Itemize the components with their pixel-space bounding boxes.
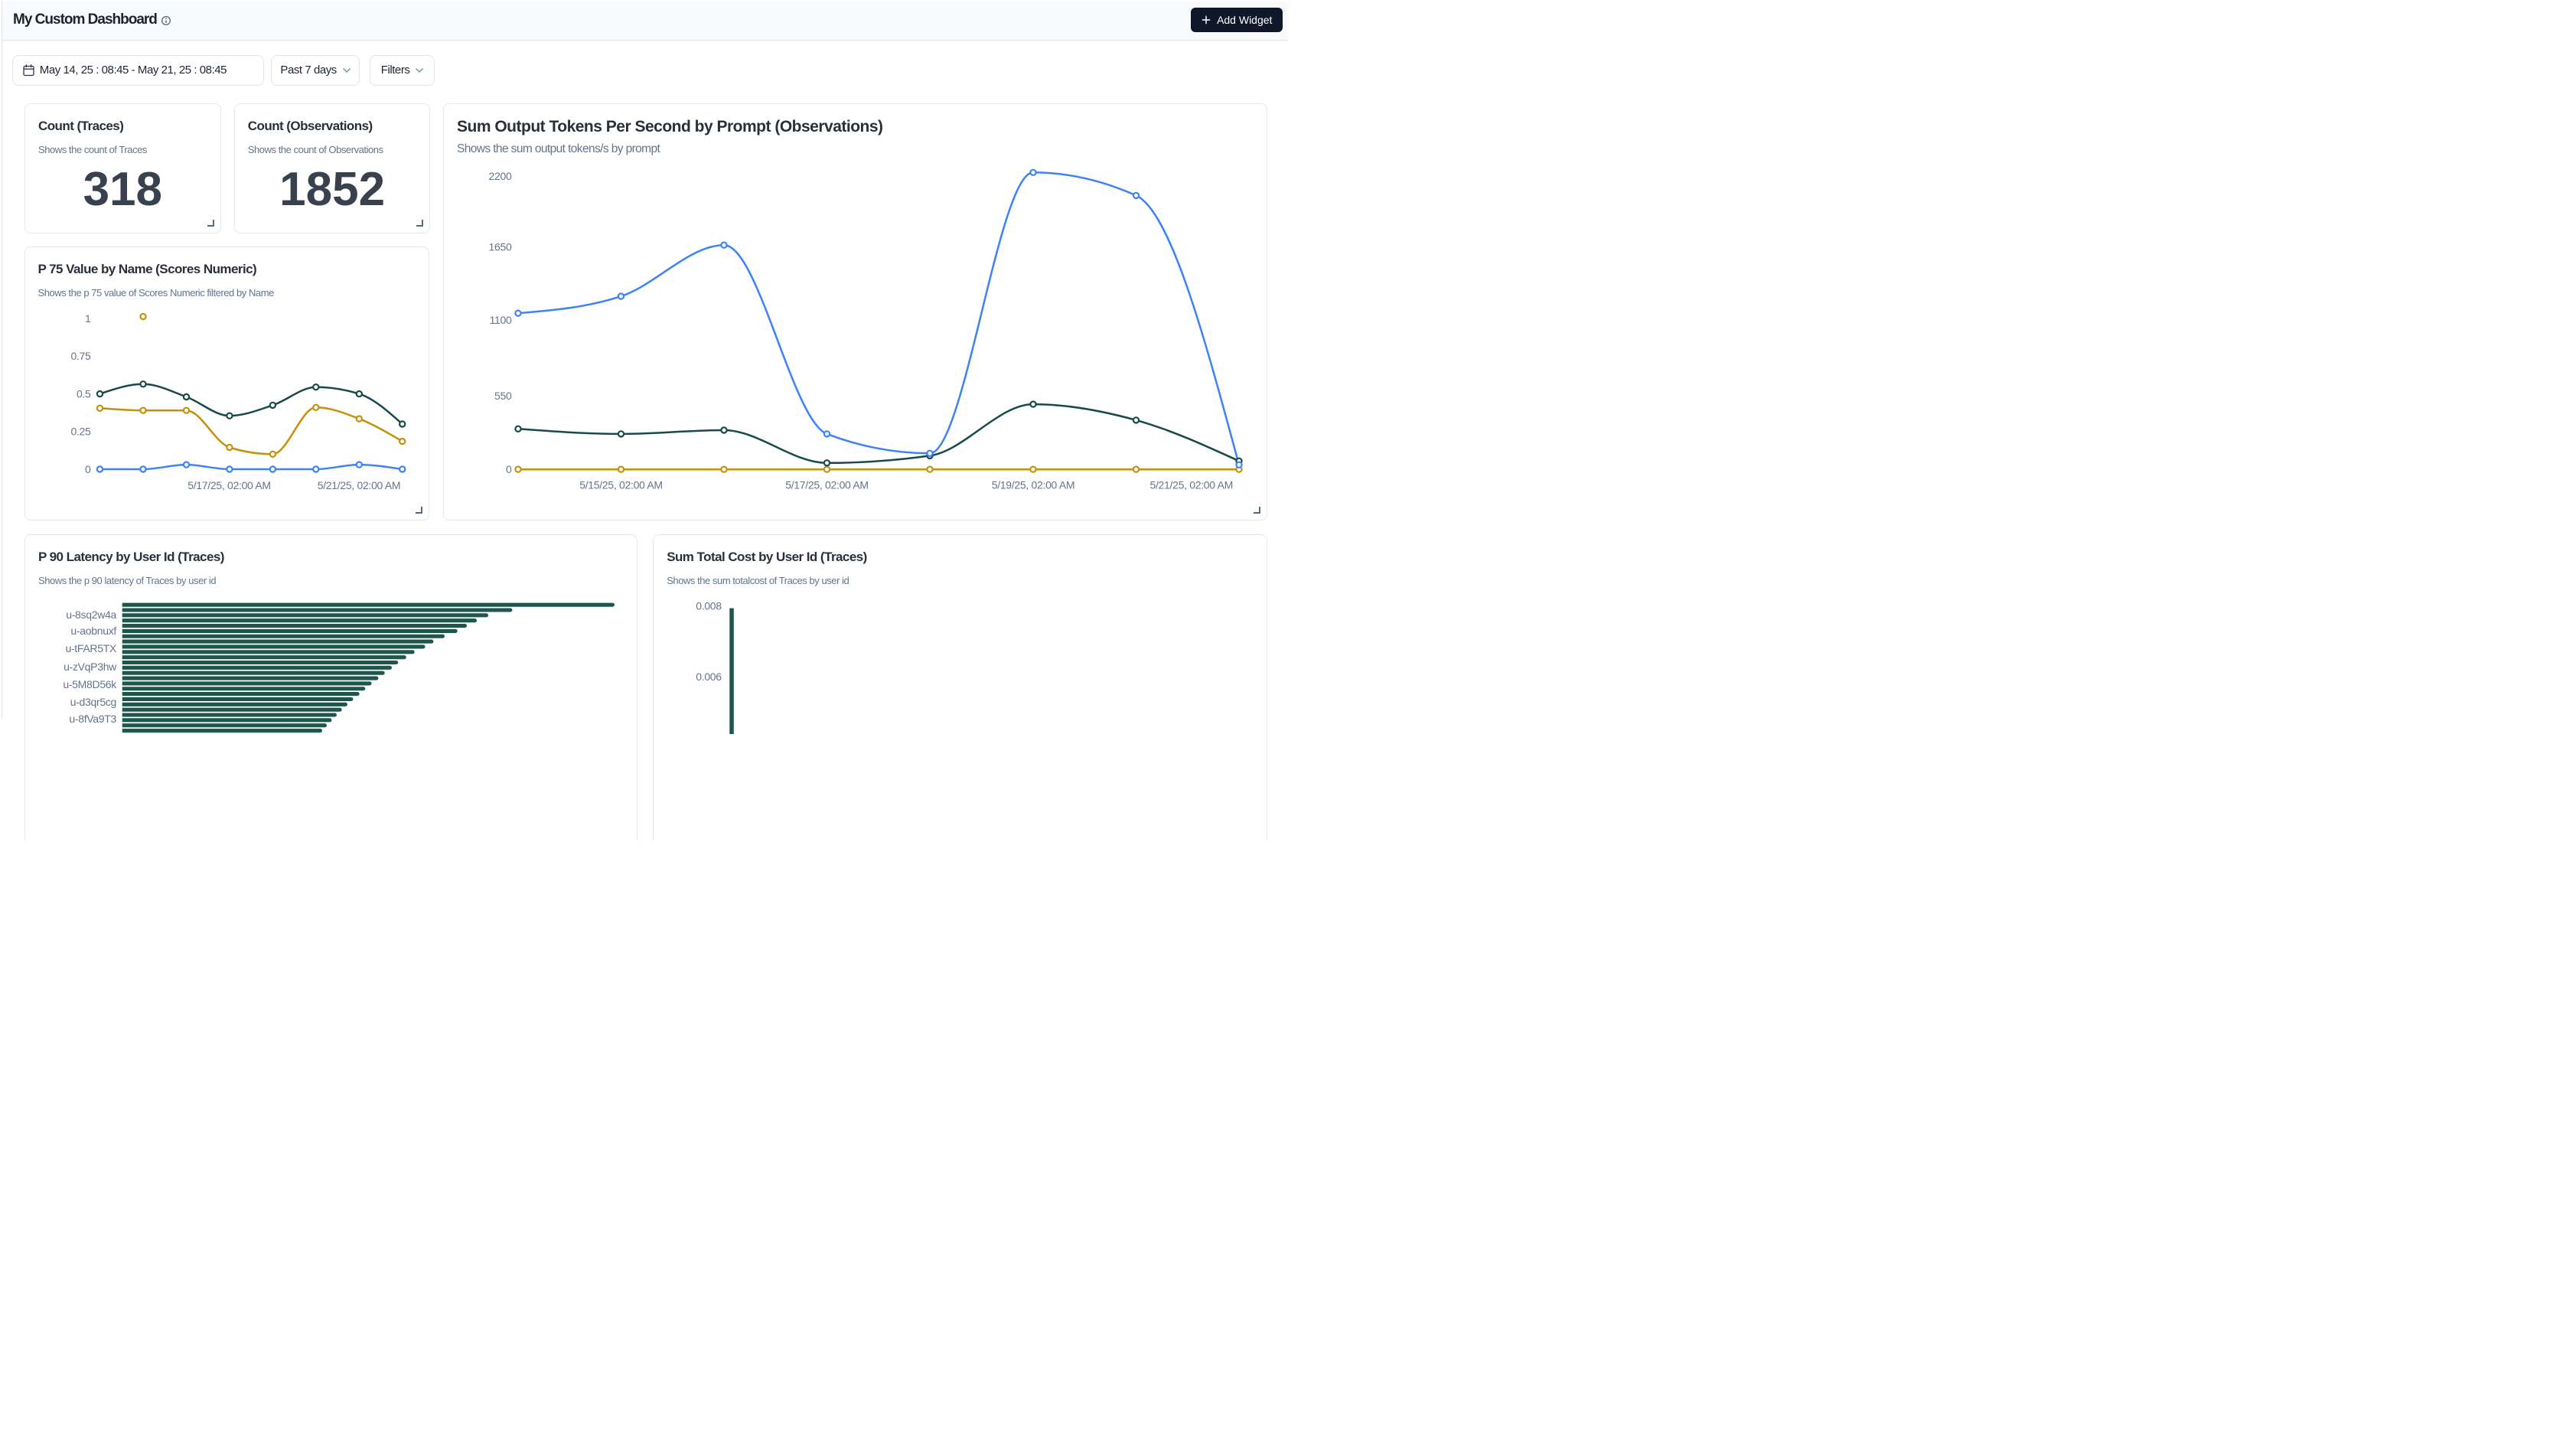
svg-text:550: 550: [494, 390, 512, 403]
svg-text:5/17/25, 02:00 AM: 5/17/25, 02:00 AM: [187, 479, 271, 491]
svg-text:5/21/25, 02:00 AM: 5/21/25, 02:00 AM: [317, 479, 400, 491]
svg-text:u-tFAR5TX: u-tFAR5TX: [65, 642, 117, 654]
svg-text:0: 0: [506, 463, 512, 475]
svg-text:5/21/25, 02:00 AM: 5/21/25, 02:00 AM: [1149, 479, 1233, 491]
svg-text:1650: 1650: [489, 241, 512, 253]
svg-text:5/15/25, 02:00 AM: 5/15/25, 02:00 AM: [579, 479, 663, 491]
svg-text:0.75: 0.75: [70, 350, 91, 362]
svg-text:u-5M8D56k: u-5M8D56k: [63, 678, 117, 690]
svg-text:5/17/25, 02:00 AM: 5/17/25, 02:00 AM: [785, 479, 869, 491]
svg-text:0.008: 0.008: [696, 600, 722, 612]
svg-text:0: 0: [85, 463, 91, 475]
svg-text:0.006: 0.006: [696, 671, 722, 684]
svg-text:u-8fVa9T3: u-8fVa9T3: [69, 713, 116, 725]
svg-text:1: 1: [85, 312, 91, 325]
svg-text:u-aobnuxf: u-aobnuxf: [70, 625, 116, 637]
svg-text:u-8sq2w4a: u-8sq2w4a: [66, 609, 116, 621]
svg-text:0.5: 0.5: [76, 387, 90, 400]
svg-text:2200: 2200: [489, 170, 512, 182]
svg-text:0.25: 0.25: [70, 426, 91, 438]
svg-text:u-zVqP3hw: u-zVqP3hw: [64, 661, 117, 673]
svg-text:1100: 1100: [490, 315, 512, 327]
svg-text:u-d3qr5cg: u-d3qr5cg: [70, 696, 116, 708]
svg-text:5/19/25, 02:00 AM: 5/19/25, 02:00 AM: [992, 479, 1075, 491]
